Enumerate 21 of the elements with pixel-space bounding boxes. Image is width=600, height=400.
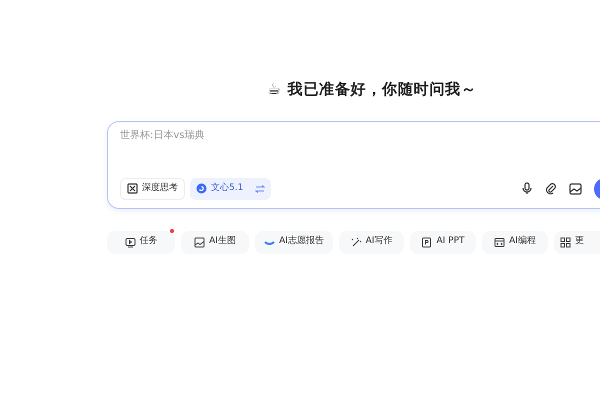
feature-chip[interactable]: AI编程 [482,230,548,254]
prompt-input[interactable]: 世界杯:日本vs瑞典 [120,128,500,142]
feature-chip[interactable]: 更 [554,230,600,254]
play-screen-icon [124,236,136,248]
feature-chip[interactable]: AI志愿报告 [255,230,333,254]
feature-chip[interactable]: AI写作 [339,230,404,254]
microphone-icon[interactable] [521,182,533,195]
feature-chip[interactable]: AI生图 [181,230,249,254]
feature-chip[interactable]: 任务 [107,230,175,254]
slide-icon [421,236,432,248]
model-selector[interactable]: 文心5.1 [190,178,272,200]
code-window-icon [494,236,506,248]
swap-icon [255,184,266,192]
pen-icon [350,236,362,248]
deep-think-toggle[interactable]: 深度思考 [120,178,185,200]
feature-chip[interactable]: AI PPT [410,230,476,254]
greeting-heading: ☕ 我已准备好，你随时问我～ [267,79,477,100]
paperclip-icon[interactable] [545,182,557,195]
picture-icon [194,236,206,248]
image-icon[interactable] [569,182,582,194]
model-logo-icon [196,183,207,194]
